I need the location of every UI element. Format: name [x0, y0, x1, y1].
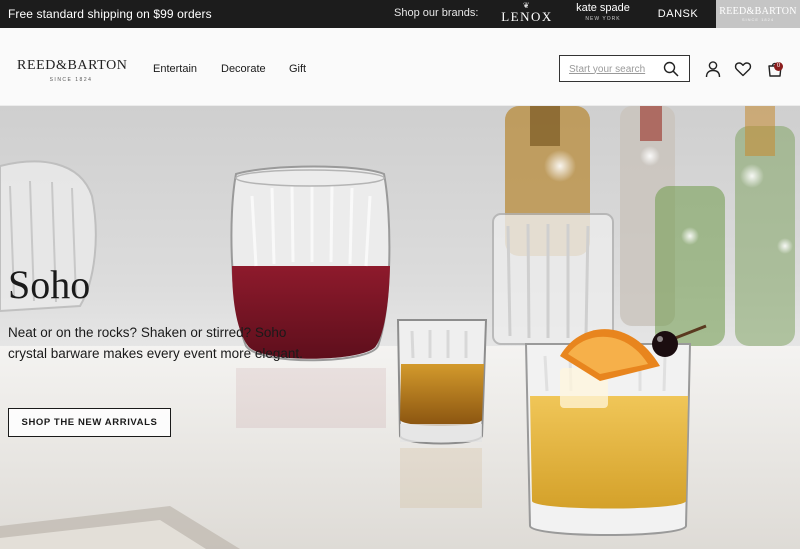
brand-link-kate-spade[interactable]: kate spade NEW YORK [570, 0, 636, 28]
brand-reed-barton-label: REED&BARTON [719, 6, 797, 17]
nav-entertain[interactable]: Entertain [153, 63, 197, 75]
promo-bar: Free standard shipping on $99 orders Sho… [0, 0, 800, 28]
logo-wordmark: REED&BARTON [17, 58, 128, 73]
site-logo[interactable]: REED&BARTON SINCE 1824 [17, 58, 128, 83]
brand-kate-spade-label: kate spade [576, 2, 630, 14]
brand-link-dansk[interactable]: DANSK [654, 0, 702, 28]
search-box [559, 55, 690, 82]
search-input[interactable] [569, 62, 659, 76]
heart-icon[interactable] [734, 60, 752, 78]
site-header: REED&BARTON SINCE 1824 Entertain Decorat… [0, 28, 800, 106]
brand-lenox-label: LENOX [501, 9, 553, 24]
account-icon[interactable] [704, 60, 722, 78]
brand-dansk-label: DANSK [657, 8, 699, 20]
brand-kate-spade-sub: NEW YORK [585, 16, 621, 22]
shop-new-arrivals-button[interactable]: SHOP THE NEW ARRIVALS [8, 408, 171, 437]
logo-tagline: SINCE 1824 [49, 77, 93, 83]
brands-label: Shop our brands: [394, 7, 479, 19]
shipping-promo[interactable]: Free standard shipping on $99 orders [8, 7, 212, 21]
brand-reed-barton-sub: SINCE 1824 [741, 17, 775, 22]
search-icon[interactable] [663, 61, 679, 77]
nav-gift[interactable]: Gift [289, 63, 306, 75]
brand-link-reed-barton[interactable]: REED&BARTON SINCE 1824 [716, 0, 800, 28]
hero-title: Soho [8, 262, 91, 307]
cart-count-badge: 0 [774, 62, 783, 71]
hero-banner: Soho Neat or on the rocks? Shaken or sti… [0, 106, 800, 549]
hero-description: Neat or on the rocks? Shaken or stirred?… [8, 325, 303, 361]
nav-decorate[interactable]: Decorate [221, 63, 266, 75]
brand-link-lenox[interactable]: ❦ LENOX [498, 0, 556, 28]
